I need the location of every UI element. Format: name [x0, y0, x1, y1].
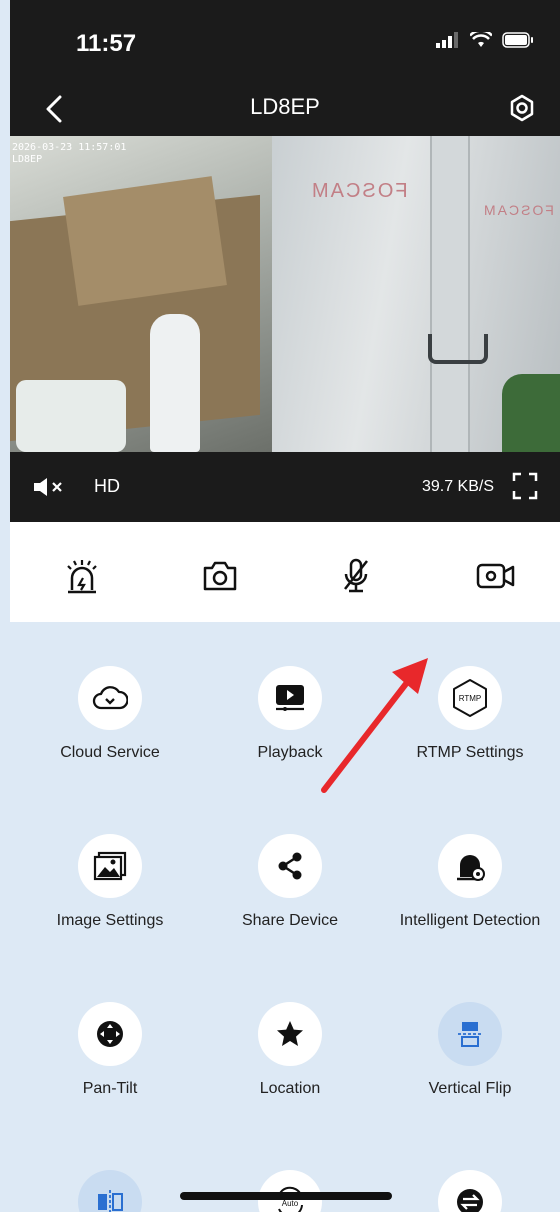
page-title: LD8EP: [250, 94, 320, 119]
gear-icon: [510, 94, 534, 122]
status-bar: 11:57: [10, 0, 560, 88]
rtmp-badge-text: RTMP: [459, 694, 482, 703]
settings-button[interactable]: [504, 90, 540, 126]
switch-item[interactable]: [380, 1170, 560, 1212]
camera-icon: [203, 561, 237, 591]
fullscreen-button[interactable]: [512, 472, 538, 500]
bitrate-label: 39.7 KB/S: [421, 478, 494, 495]
talk-button[interactable]: [332, 552, 380, 600]
location-item[interactable]: Location: [200, 1002, 380, 1098]
video-toolbar: HD 39.7 KB/S: [10, 452, 560, 522]
annotation-arrow: [321, 658, 428, 793]
horizontal-flip-item[interactable]: [20, 1170, 200, 1212]
cloud-icon: [92, 686, 128, 710]
status-icons: [436, 32, 534, 48]
quality-toggle[interactable]: HD: [94, 476, 120, 497]
brand-watermark-left: FOSCAM: [310, 180, 408, 202]
share-device-item[interactable]: Share Device: [200, 834, 380, 930]
status-time: 11:57: [76, 30, 137, 57]
live-video-view[interactable]: FOSCAM FOSCAM 2026-03-23 11:57:01 LD8EP: [10, 136, 560, 452]
vertical-flip-item[interactable]: Vertical Flip: [380, 1002, 560, 1098]
star-icon: [277, 1021, 303, 1046]
pan-tilt-icon: [97, 1021, 123, 1047]
horizontal-flip-icon: [98, 1190, 123, 1212]
feature-grid: Cloud Service Playback RTMP RTMP Setting…: [10, 622, 560, 1212]
image-icon: [93, 851, 127, 881]
siren-icon: [67, 560, 97, 594]
video-record-icon: [476, 563, 515, 589]
speaker-muted-icon: [34, 478, 62, 496]
signal-icon: [436, 32, 458, 48]
auto-rotate-item[interactable]: Auto: [200, 1170, 380, 1212]
home-indicator: [180, 1192, 392, 1200]
microphone-muted-icon: [344, 558, 368, 593]
auto-badge-text: Auto: [282, 1199, 299, 1208]
record-button[interactable]: [472, 552, 520, 600]
snapshot-button[interactable]: [196, 552, 244, 600]
share-icon: [278, 852, 302, 880]
video-timestamp: 2026-03-23 11:57:01 LD8EP: [12, 142, 127, 165]
siren-button[interactable]: [58, 552, 106, 600]
wifi-icon: [470, 32, 492, 47]
playback-icon: [276, 685, 304, 711]
cloud-service-item[interactable]: Cloud Service: [20, 666, 200, 762]
image-settings-item[interactable]: Image Settings: [20, 834, 200, 930]
brand-watermark-right: FOSCAM: [482, 202, 554, 218]
quick-action-row: [10, 522, 560, 622]
switch-icon: [457, 1189, 483, 1212]
mute-button[interactable]: [32, 476, 66, 498]
battery-icon: [502, 32, 533, 48]
fullscreen-icon: [512, 472, 538, 500]
vertical-flip-icon: [458, 1022, 482, 1047]
nav-bar: LD8EP: [10, 88, 560, 136]
rtmp-icon: RTMP: [453, 679, 487, 717]
detection-icon: [457, 855, 485, 881]
pan-tilt-item[interactable]: Pan-Tilt: [20, 1002, 200, 1098]
intelligent-detection-item[interactable]: Intelligent Detection: [380, 834, 560, 930]
